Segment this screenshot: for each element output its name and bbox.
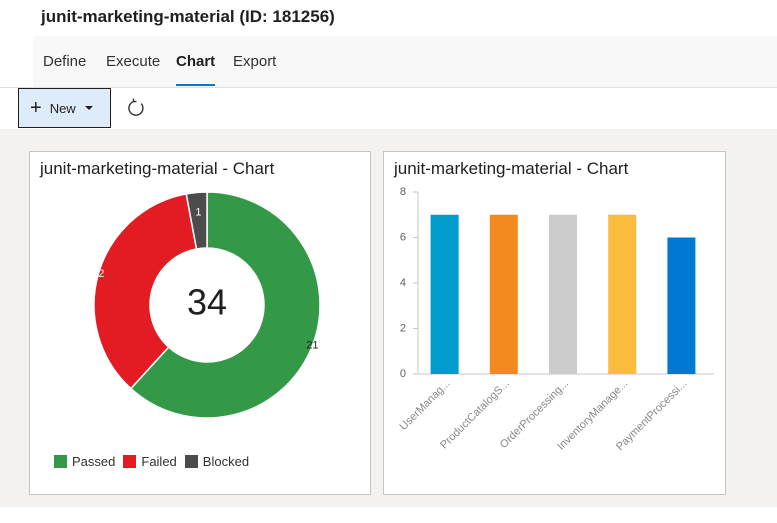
donut-total-label: 34 <box>187 282 227 323</box>
donut-data-label-blocked: 1 <box>195 206 201 218</box>
tab-execute[interactable]: Execute <box>106 53 160 70</box>
x-tick-label: UserManag... <box>398 378 453 433</box>
refresh-icon <box>128 98 144 116</box>
donut-chart: 21 12 1 34 <box>92 191 321 419</box>
active-tab-indicator <box>176 84 215 86</box>
refresh-button[interactable] <box>124 96 148 120</box>
new-button-label: New <box>49 100 76 116</box>
donut-data-label-failed: 12 <box>92 268 104 280</box>
tab-chart[interactable]: Chart <box>176 53 215 70</box>
donut-legend: Passed Failed Blocked <box>54 454 257 469</box>
y-tick-label: 6 <box>400 231 406 243</box>
bar-4[interactable] <box>608 214 637 374</box>
legend-swatch-blocked <box>184 455 198 468</box>
legend-item-failed[interactable]: Failed <box>123 454 177 469</box>
bar-5[interactable] <box>667 237 696 375</box>
chart-dashboard: junit-marketing-material - Chart 21 12 1 3… <box>0 129 777 507</box>
legend-label-passed: Passed <box>72 454 116 469</box>
toolbar: + New <box>0 87 777 129</box>
bar-2[interactable] <box>489 214 518 374</box>
bar-chart-card: junit-marketing-material - Chart 02468 U… <box>383 151 726 495</box>
page-title: junit-marketing-material (ID: 181256) <box>41 7 335 26</box>
donut-data-label-passed: 21 <box>306 340 318 352</box>
legend-swatch-failed <box>123 455 137 468</box>
bar-3[interactable] <box>549 214 577 374</box>
y-tick-label: 0 <box>400 368 406 380</box>
y-tick-label: 2 <box>400 322 406 334</box>
bar-chart: 02468 UserManag...ProductCatalogS...Orde… <box>398 186 714 453</box>
legend-item-passed[interactable]: Passed <box>54 454 115 469</box>
tab-export[interactable]: Export <box>233 53 276 70</box>
y-tick-label: 8 <box>400 186 406 198</box>
chevron-down-icon <box>84 106 93 110</box>
donut-chart-card: junit-marketing-material - Chart 21 12 1 3… <box>29 151 371 495</box>
tab-define[interactable]: Define <box>43 53 86 70</box>
legend-label-failed: Failed <box>141 454 177 469</box>
tab-bar: Define Execute Chart Export <box>33 36 777 88</box>
legend-item-blocked[interactable]: Blocked <box>184 454 250 469</box>
y-tick-label: 4 <box>400 277 406 289</box>
legend-label-blocked: Blocked <box>202 454 250 469</box>
new-chart-button[interactable]: + New <box>18 88 111 128</box>
plus-icon: + <box>30 97 42 119</box>
legend-swatch-passed <box>54 455 67 468</box>
bar-1[interactable] <box>430 214 459 374</box>
